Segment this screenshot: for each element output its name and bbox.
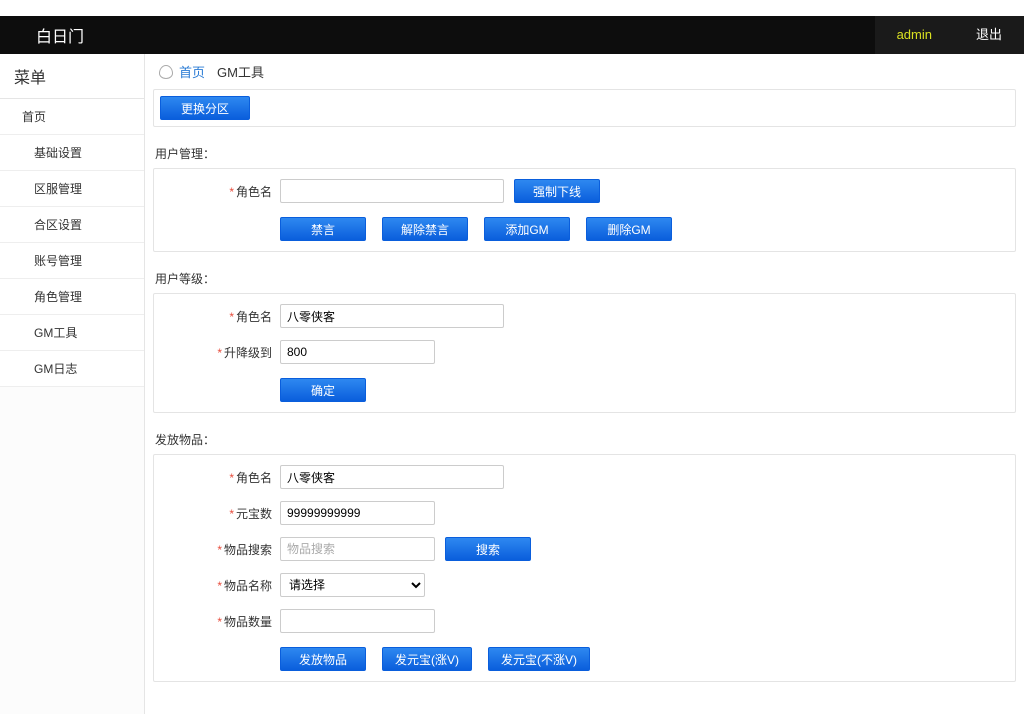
change-zone-button[interactable]: 更换分区: [160, 96, 250, 120]
input-gi-search[interactable]: [280, 537, 435, 561]
topbar-admin-link[interactable]: admin: [875, 16, 954, 54]
confirm-level-button[interactable]: 确定: [280, 378, 366, 402]
input-ul-level[interactable]: [280, 340, 435, 364]
topbar-logout-link[interactable]: 退出: [954, 16, 1024, 54]
sidebar-item-gm-log[interactable]: GM日志: [0, 351, 144, 387]
give-item-button[interactable]: 发放物品: [280, 647, 366, 671]
unban-button[interactable]: 解除禁言: [382, 217, 468, 241]
breadcrumb: 首页 GM工具: [153, 54, 1016, 89]
give-item-panel: *角色名 *元宝数 *物品搜索 搜索 *物品名称: [153, 454, 1016, 682]
select-gi-itemname[interactable]: 请选择: [280, 573, 425, 597]
topbar: 白日门 admin 退出: [0, 16, 1024, 54]
user-manage-panel: *角色名 强制下线 禁言 解除禁言 添加GM 删除GM: [153, 168, 1016, 252]
label-gi-yuanbao: 元宝数: [236, 507, 272, 521]
section-title-user-level: 用户等级：: [153, 260, 1016, 293]
label-gi-itemqty: 物品数量: [224, 615, 272, 629]
breadcrumb-icon: [159, 65, 173, 79]
input-ul-role[interactable]: [280, 304, 504, 328]
sidebar-item-server-manage[interactable]: 区服管理: [0, 171, 144, 207]
search-item-button[interactable]: 搜索: [445, 537, 531, 561]
label-gi-itemname: 物品名称: [224, 579, 272, 593]
zone-panel: 更换分区: [153, 89, 1016, 127]
content: 首页 GM工具 更换分区 用户管理： *角色名 强制下线 禁言 解除禁言 添加G…: [145, 54, 1024, 714]
label-gi-search: 物品搜索: [224, 543, 272, 557]
breadcrumb-current: GM工具: [217, 62, 264, 81]
input-gi-itemqty[interactable]: [280, 609, 435, 633]
remove-gm-button[interactable]: 删除GM: [586, 217, 672, 241]
section-title-user-manage: 用户管理：: [153, 135, 1016, 168]
section-title-give-item: 发放物品：: [153, 421, 1016, 454]
sidebar-item-role-manage[interactable]: 角色管理: [0, 279, 144, 315]
sidebar-item-home[interactable]: 首页: [0, 99, 144, 135]
sidebar-title: 菜单: [0, 54, 144, 99]
input-gi-yuanbao[interactable]: [280, 501, 435, 525]
sidebar-item-gm-tools[interactable]: GM工具: [0, 315, 144, 351]
label-ul-role: 角色名: [236, 310, 272, 324]
sidebar-item-basic-settings[interactable]: 基础设置: [0, 135, 144, 171]
sidebar-item-merge-settings[interactable]: 合区设置: [0, 207, 144, 243]
sidebar-item-account-manage[interactable]: 账号管理: [0, 243, 144, 279]
input-gi-role[interactable]: [280, 465, 504, 489]
label-gi-role: 角色名: [236, 471, 272, 485]
breadcrumb-home-link[interactable]: 首页: [179, 62, 205, 81]
brand-title: 白日门: [0, 23, 84, 47]
add-gm-button[interactable]: 添加GM: [484, 217, 570, 241]
label-ul-level: 升降级到: [224, 346, 272, 360]
label-um-role: 角色名: [236, 185, 272, 199]
force-offline-button[interactable]: 强制下线: [514, 179, 600, 203]
user-level-panel: *角色名 *升降级到 确定: [153, 293, 1016, 413]
give-yuanbao-noup-button[interactable]: 发元宝(不涨V): [488, 647, 590, 671]
sidebar: 菜单 首页 基础设置 区服管理 合区设置 账号管理 角色管理 GM工具 GM日志: [0, 54, 145, 714]
give-yuanbao-up-button[interactable]: 发元宝(涨V): [382, 647, 472, 671]
ban-button[interactable]: 禁言: [280, 217, 366, 241]
input-um-role[interactable]: [280, 179, 504, 203]
